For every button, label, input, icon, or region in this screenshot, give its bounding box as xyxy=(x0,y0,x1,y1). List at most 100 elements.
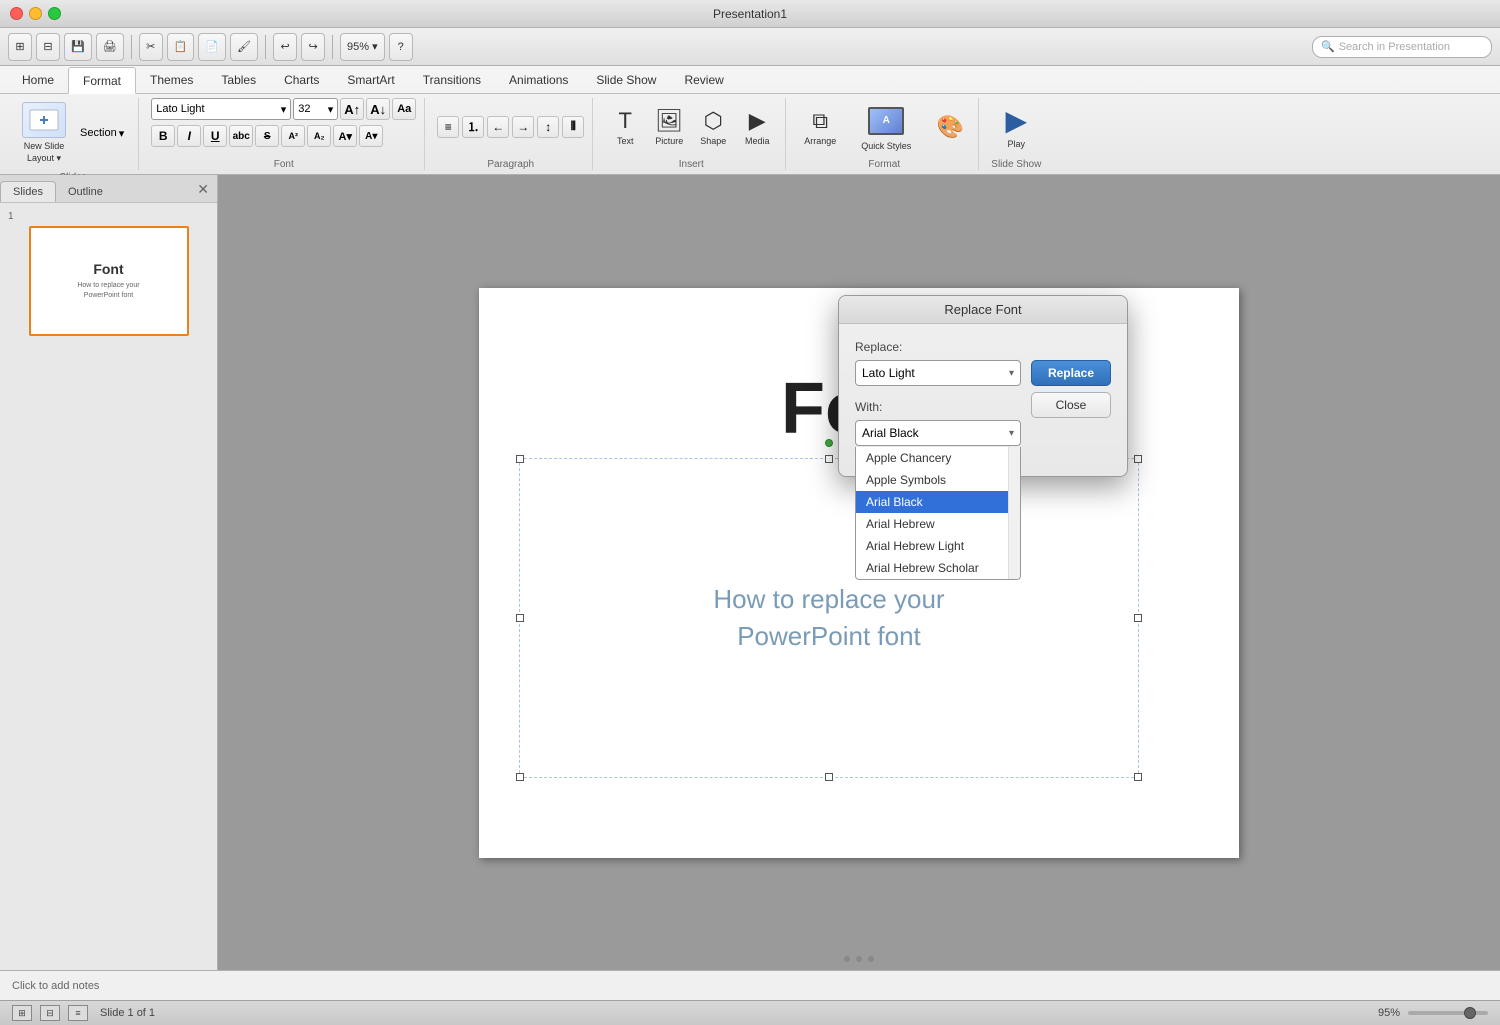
quick-styles-btn[interactable]: A Quick Styles xyxy=(846,99,926,155)
font-color-btn[interactable]: A▾ xyxy=(333,125,357,147)
outline-tab[interactable]: Outline xyxy=(56,182,115,202)
help-btn[interactable]: ? xyxy=(389,33,413,61)
replace-btn[interactable]: Replace xyxy=(1031,360,1111,386)
shape-icon: ⬡ xyxy=(704,108,723,134)
slide-sorter-btn[interactable]: ⊟ xyxy=(40,1005,60,1021)
replace-label: Replace: xyxy=(855,340,1111,354)
handle-mr[interactable] xyxy=(1134,614,1142,622)
zoom-label: 95% xyxy=(1378,1007,1400,1019)
tab-themes[interactable]: Themes xyxy=(136,67,207,94)
notes-bar[interactable]: Click to add notes xyxy=(0,970,1500,1000)
tab-charts[interactable]: Charts xyxy=(270,67,333,94)
paste-btn[interactable]: 📄 xyxy=(198,33,226,61)
slides-tab[interactable]: Slides xyxy=(0,181,56,202)
tab-tables[interactable]: Tables xyxy=(207,67,270,94)
handle-br[interactable] xyxy=(1134,773,1142,781)
replace-font-dialog[interactable]: Replace Font Replace: Lato Light ▾ With: xyxy=(838,295,1128,477)
superscript-btn[interactable]: A² xyxy=(281,125,305,147)
underline-btn[interactable]: U xyxy=(203,125,227,147)
bold-btn[interactable]: B xyxy=(151,125,175,147)
font-grow-btn[interactable]: A↑ xyxy=(340,98,364,120)
new-slide-btn[interactable]: New Slide Layout ▾ xyxy=(16,98,72,168)
zoom-thumb[interactable] xyxy=(1464,1007,1476,1019)
highlight-btn[interactable]: A▾ xyxy=(359,125,383,147)
dropdown-scrollbar[interactable] xyxy=(1008,447,1020,579)
subscript-btn[interactable]: A₂ xyxy=(307,125,331,147)
decrease-indent-btn[interactable]: ← xyxy=(487,116,509,138)
text-icon: T xyxy=(619,108,632,134)
canvas-area: Font How to replace yourPowerPoint font xyxy=(218,175,1500,970)
undo-btn[interactable]: ↩ xyxy=(273,33,297,61)
tab-slideshow[interactable]: Slide Show xyxy=(582,67,670,94)
handle-ml[interactable] xyxy=(516,614,524,622)
new-btn[interactable]: ⊞ xyxy=(8,33,32,61)
layout-btn[interactable]: Layout ▾ xyxy=(27,153,61,164)
tab-smartart[interactable]: SmartArt xyxy=(333,67,408,94)
slide-info: Slide 1 of 1 xyxy=(100,1007,155,1019)
section-btn[interactable]: Section ▾ xyxy=(74,125,130,142)
handle-bc[interactable] xyxy=(825,773,833,781)
with-select[interactable]: Arial Black ▾ Apple Chancery Apple Symbo… xyxy=(855,420,1021,446)
font-dropdown[interactable]: Apple Chancery Apple Symbols Arial Black… xyxy=(855,447,1021,580)
zoom-slider[interactable] xyxy=(1408,1011,1488,1015)
slide-thumbnail[interactable]: Font How to replace yourPowerPoint font xyxy=(29,226,189,336)
handle-bl[interactable] xyxy=(516,773,524,781)
slide-text-box[interactable]: How to replace yourPowerPoint font xyxy=(519,458,1139,778)
font-name-box[interactable]: Lato Light ▾ xyxy=(151,98,291,120)
handle-tc[interactable] xyxy=(825,455,833,463)
cut-btn[interactable]: ✂ xyxy=(139,33,163,61)
dropdown-item-arial-hebrew-light[interactable]: Arial Hebrew Light xyxy=(856,535,1020,557)
picture-btn[interactable]: 🖼 Picture xyxy=(649,104,689,150)
maximize-button[interactable] xyxy=(48,7,61,20)
tab-transitions[interactable]: Transitions xyxy=(409,67,495,94)
dropdown-item-apple-symbols[interactable]: Apple Symbols xyxy=(856,469,1020,491)
shape-btn[interactable]: ⬡ Shape xyxy=(693,104,733,150)
grid-btn[interactable]: ⊟ xyxy=(36,33,60,61)
strikethrough-btn[interactable]: S xyxy=(255,125,279,147)
font-shrink-btn[interactable]: A↓ xyxy=(366,98,390,120)
save-btn[interactable]: 💾 xyxy=(64,33,92,61)
increase-indent-btn[interactable]: → xyxy=(512,116,534,138)
tab-format[interactable]: Format xyxy=(68,67,136,94)
font-size-value: 32 xyxy=(298,103,310,115)
bullets-btn[interactable]: ≡ xyxy=(437,116,459,138)
normal-view-btn[interactable]: ⊞ xyxy=(12,1005,32,1021)
slide-text-content: How to replace yourPowerPoint font xyxy=(713,581,944,654)
numbering-btn[interactable]: ⒈ xyxy=(462,116,484,138)
minimize-button[interactable] xyxy=(29,7,42,20)
dropdown-item-arial-hebrew-scholar[interactable]: Arial Hebrew Scholar xyxy=(856,557,1020,579)
print-btn[interactable]: 🖨 xyxy=(96,33,124,61)
line-spacing-btn[interactable]: ↕ xyxy=(537,116,559,138)
search-box[interactable]: 🔍 Search in Presentation xyxy=(1312,36,1492,58)
slides-panel-close[interactable]: ✕ xyxy=(189,177,217,202)
shadow-btn[interactable]: abc xyxy=(229,125,253,147)
dropdown-item-arial-black[interactable]: Arial Black xyxy=(856,491,1020,513)
dropdown-item-apple-chancery[interactable]: Apple Chancery xyxy=(856,447,1020,469)
dropdown-item-arial-hebrew[interactable]: Arial Hebrew xyxy=(856,513,1020,535)
clear-format-btn[interactable]: Aa xyxy=(392,98,416,120)
close-btn[interactable]: Close xyxy=(1031,392,1111,418)
text-btn[interactable]: T Text xyxy=(605,104,645,150)
close-button[interactable] xyxy=(10,7,23,20)
tab-animations[interactable]: Animations xyxy=(495,67,582,94)
handle-tr[interactable] xyxy=(1134,455,1142,463)
rotate-handle[interactable] xyxy=(825,439,833,447)
zoom-display[interactable]: 95% ▾ xyxy=(340,33,385,61)
slide-item-1[interactable]: 1 Font How to replace yourPowerPoint fon… xyxy=(8,211,209,336)
font-size-box[interactable]: 32 ▾ xyxy=(293,98,338,120)
copy-btn[interactable]: 📋 xyxy=(167,33,195,61)
tab-review[interactable]: Review xyxy=(670,67,737,94)
media-btn[interactable]: ▶ Media xyxy=(737,104,777,150)
italic-btn[interactable]: I xyxy=(177,125,201,147)
tab-home[interactable]: Home xyxy=(8,67,68,94)
paint-btn[interactable]: 🎨 xyxy=(930,110,970,144)
replace-select[interactable]: Lato Light ▾ xyxy=(855,360,1021,386)
slides-panel-tabs: Slides Outline ✕ xyxy=(0,175,217,203)
notes-view-btn[interactable]: ≡ xyxy=(68,1005,88,1021)
redo-btn[interactable]: ↪ xyxy=(301,33,325,61)
arrange-btn[interactable]: ⧉ Arrange xyxy=(798,104,842,150)
columns-btn[interactable]: ⫴ xyxy=(562,116,584,138)
handle-tl[interactable] xyxy=(516,455,524,463)
play-btn[interactable]: ▶ Play xyxy=(996,100,1036,153)
format-paint-btn[interactable]: 🖌 xyxy=(230,33,258,61)
